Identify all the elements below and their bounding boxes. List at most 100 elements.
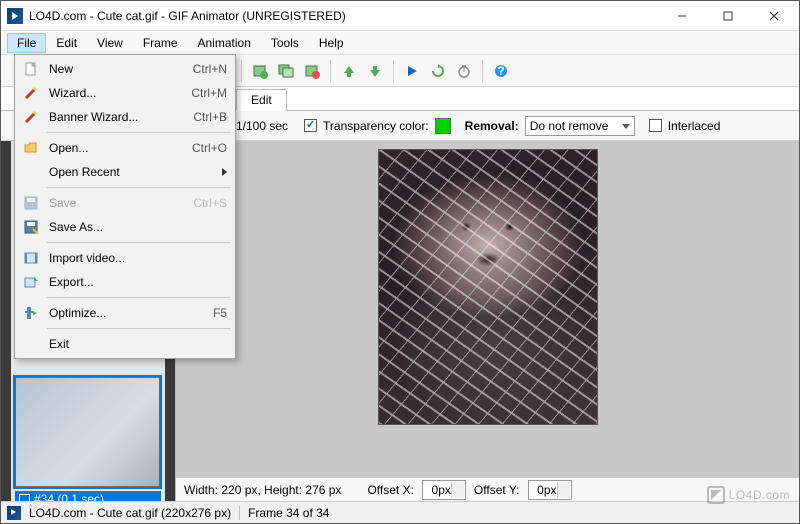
menu-edit[interactable]: Edit bbox=[46, 33, 87, 53]
menu-open[interactable]: Open... Ctrl+O bbox=[17, 136, 233, 160]
menu-save: Save Ctrl+S bbox=[17, 191, 233, 215]
menu-view[interactable]: View bbox=[87, 33, 133, 53]
tab-edit[interactable]: Edit bbox=[236, 89, 287, 111]
menu-item-shortcut: Ctrl+S bbox=[193, 196, 227, 210]
svg-text:?: ? bbox=[497, 64, 504, 78]
menu-item-label: Exit bbox=[41, 337, 227, 351]
toolbar-del-frame-icon[interactable] bbox=[300, 59, 324, 83]
wizard-icon bbox=[21, 109, 41, 125]
menu-separator bbox=[47, 132, 231, 133]
offsetx-input[interactable]: 0px bbox=[422, 480, 466, 500]
menu-item-label: Save As... bbox=[41, 220, 227, 234]
menu-item-label: Banner Wizard... bbox=[41, 110, 193, 124]
statusbar: LO4D.com - Cute cat.gif (220x276 px) Fra… bbox=[1, 501, 799, 523]
menubar: File Edit View Frame Animation Tools Hel… bbox=[1, 31, 799, 55]
menu-item-label: Open... bbox=[41, 141, 192, 155]
menu-open-recent[interactable]: Open Recent bbox=[17, 160, 233, 184]
toolbar-add-frame-icon[interactable] bbox=[248, 59, 272, 83]
menu-file[interactable]: File bbox=[7, 33, 46, 53]
frame-checkbox[interactable] bbox=[19, 494, 30, 502]
frame-thumbnail[interactable] bbox=[15, 377, 160, 487]
interlaced-checkbox[interactable] bbox=[649, 119, 662, 132]
window-title: LO4D.com - Cute cat.gif - GIF Animator (… bbox=[29, 9, 659, 23]
file-menu-dropdown: New Ctrl+N Wizard... Ctrl+M Banner Wizar… bbox=[14, 54, 236, 359]
toolbar-separator bbox=[330, 60, 331, 82]
submenu-arrow-icon bbox=[222, 168, 227, 176]
open-icon bbox=[21, 140, 41, 156]
menu-exit[interactable]: Exit bbox=[17, 332, 233, 356]
menu-item-shortcut: Ctrl+M bbox=[191, 86, 227, 100]
close-button[interactable] bbox=[751, 1, 797, 31]
menu-item-label: Open Recent bbox=[41, 165, 222, 179]
optimize-icon bbox=[21, 305, 41, 321]
dimensions-label: Width: 220 px, Height: 276 px bbox=[184, 483, 341, 497]
menu-item-label: Export... bbox=[41, 275, 227, 289]
toolbar-timer-icon[interactable] bbox=[452, 59, 476, 83]
menu-help[interactable]: Help bbox=[309, 33, 354, 53]
status-app-icon bbox=[7, 506, 21, 520]
menu-tools[interactable]: Tools bbox=[261, 33, 309, 53]
removal-value: Do not remove bbox=[530, 119, 609, 133]
transparency-checkbox[interactable] bbox=[304, 119, 317, 132]
toolbar-separator bbox=[393, 60, 394, 82]
toolbar-help-icon[interactable]: ? bbox=[489, 59, 513, 83]
menu-separator bbox=[47, 297, 231, 298]
transparency-label: Transparency color: bbox=[323, 119, 429, 133]
frame-label-text: #34 (0.1 sec) bbox=[34, 492, 104, 501]
offsety-label: Offset Y: bbox=[474, 483, 520, 497]
toolbar-move-up-icon[interactable] bbox=[337, 59, 361, 83]
toolbar-dup-frame-icon[interactable] bbox=[274, 59, 298, 83]
menu-import-video[interactable]: Import video... bbox=[17, 246, 233, 270]
menu-item-label: New bbox=[41, 62, 193, 76]
menu-item-shortcut: Ctrl+B bbox=[193, 110, 227, 124]
canvas-viewport[interactable] bbox=[176, 141, 799, 477]
export-icon bbox=[21, 274, 41, 290]
menu-separator bbox=[47, 242, 231, 243]
menu-item-shortcut: F5 bbox=[213, 306, 227, 320]
menu-separator bbox=[47, 187, 231, 188]
toolbar-reload-icon[interactable] bbox=[426, 59, 450, 83]
menu-item-label: Optimize... bbox=[41, 306, 213, 320]
offsetx-label: Offset X: bbox=[367, 483, 413, 497]
menu-separator bbox=[47, 328, 231, 329]
transparency-color-swatch[interactable] bbox=[435, 118, 451, 134]
new-icon bbox=[21, 61, 41, 77]
status-frame: Frame 34 of 34 bbox=[248, 506, 329, 520]
frame-image bbox=[378, 149, 598, 425]
menu-save-as[interactable]: Save As... bbox=[17, 215, 233, 239]
delay-unit-label: 1/100 sec bbox=[236, 119, 288, 133]
wizard-icon bbox=[21, 85, 41, 101]
menu-item-label: Wizard... bbox=[41, 86, 191, 100]
app-icon bbox=[7, 8, 23, 24]
menu-wizard[interactable]: Wizard... Ctrl+M bbox=[17, 81, 233, 105]
menu-animation[interactable]: Animation bbox=[188, 33, 261, 53]
offsetx-value: 0px bbox=[432, 483, 451, 497]
menu-item-shortcut: Ctrl+N bbox=[193, 62, 227, 76]
removal-combo[interactable]: Do not remove bbox=[525, 116, 635, 136]
maximize-button[interactable] bbox=[705, 1, 751, 31]
offsety-input[interactable]: 0px bbox=[528, 480, 572, 500]
toolbar-play-icon[interactable] bbox=[400, 59, 424, 83]
interlaced-label: Interlaced bbox=[668, 119, 721, 133]
offsety-value: 0px bbox=[537, 483, 556, 497]
titlebar: LO4D.com - Cute cat.gif - GIF Animator (… bbox=[1, 1, 799, 31]
menu-optimize[interactable]: Optimize... F5 bbox=[17, 301, 233, 325]
canvas-footer: Width: 220 px, Height: 276 px Offset X: … bbox=[176, 477, 799, 501]
toolbar-move-down-icon[interactable] bbox=[363, 59, 387, 83]
toolbar-separator bbox=[241, 60, 242, 82]
status-separator bbox=[239, 506, 240, 520]
minimize-button[interactable] bbox=[659, 1, 705, 31]
toolbar-separator bbox=[482, 60, 483, 82]
menu-export[interactable]: Export... bbox=[17, 270, 233, 294]
menu-item-shortcut: Ctrl+O bbox=[192, 141, 227, 155]
canvas-area: Width: 220 px, Height: 276 px Offset X: … bbox=[176, 141, 799, 501]
removal-label: Removal: bbox=[465, 119, 519, 133]
menu-banner-wizard[interactable]: Banner Wizard... Ctrl+B bbox=[17, 105, 233, 129]
menu-item-label: Import video... bbox=[41, 251, 227, 265]
saveas-icon bbox=[21, 219, 41, 235]
menu-frame[interactable]: Frame bbox=[133, 33, 188, 53]
status-file: LO4D.com - Cute cat.gif (220x276 px) bbox=[29, 506, 231, 520]
frame-thumbnail-label: #34 (0.1 sec) bbox=[15, 491, 161, 501]
import-icon bbox=[21, 250, 41, 266]
menu-new[interactable]: New Ctrl+N bbox=[17, 57, 233, 81]
